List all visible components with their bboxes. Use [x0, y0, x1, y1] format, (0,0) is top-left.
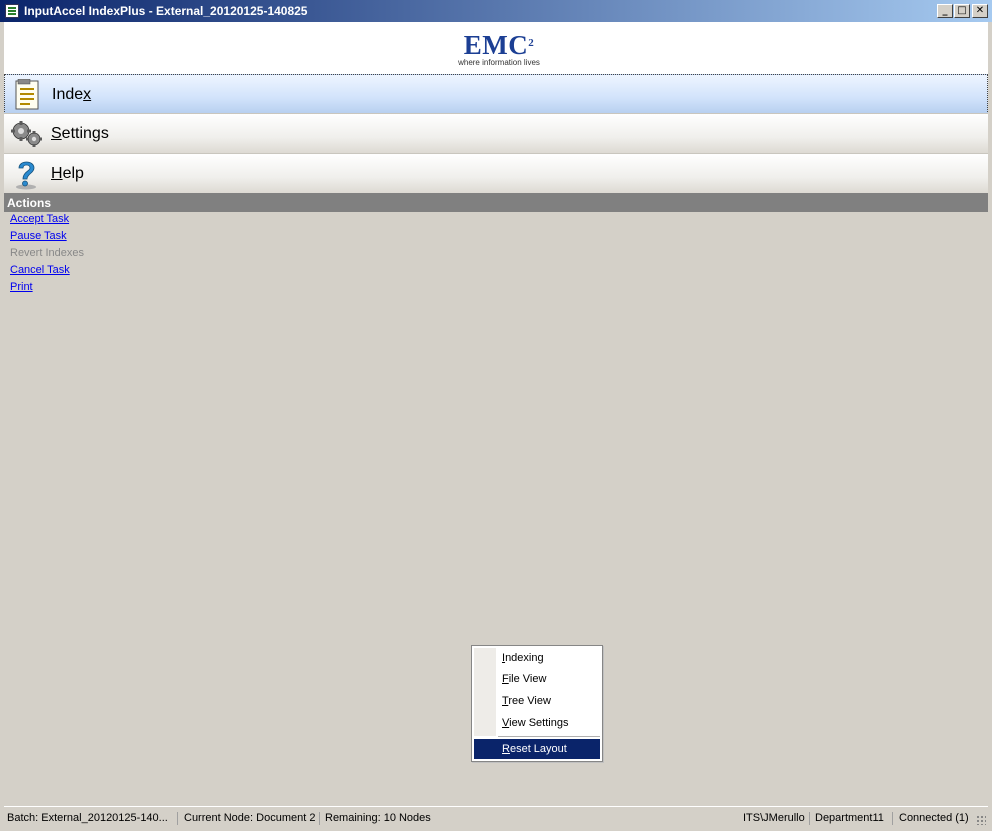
maximize-button[interactable]: □ — [954, 4, 970, 18]
minimize-button[interactable]: _ — [937, 4, 953, 18]
status-divider — [319, 812, 320, 825]
title-bar[interactable]: InputAccel IndexPlus - External_20120125… — [0, 0, 992, 22]
app-icon[interactable] — [5, 4, 19, 18]
nav-settings-label: Settings — [51, 125, 109, 142]
document-icon — [15, 79, 39, 110]
nav-settings[interactable]: Settings — [4, 113, 988, 153]
menu-item-file-view[interactable]: File View — [502, 670, 546, 688]
emc-logo: EMC2 where information lives — [449, 30, 549, 67]
status-bar: Batch: External_20120125-140... Current … — [4, 806, 988, 829]
actions-header: Actions — [4, 193, 988, 212]
accept-task-link[interactable]: Accept Task — [10, 213, 84, 230]
cancel-task-link[interactable]: Cancel Task — [10, 264, 84, 281]
status-divider — [892, 812, 893, 825]
nav-index-label: Index — [52, 86, 92, 103]
menu-icon-gutter — [474, 648, 496, 736]
status-connection: Connected (1) — [899, 812, 969, 824]
gears-icon — [11, 121, 42, 147]
actions-list: Accept Task Pause Task Revert Indexes Ca… — [10, 213, 84, 298]
nav-help-label: Help — [51, 165, 84, 182]
window-title: InputAccel IndexPlus - External_20120125… — [24, 4, 308, 18]
status-batch: Batch: External_20120125-140... — [7, 812, 168, 824]
status-department: Department11 — [815, 812, 884, 824]
menu-item-tree-view[interactable]: Tree View — [502, 692, 551, 710]
menu-item-view-settings[interactable]: View Settings — [502, 714, 568, 732]
nav-help[interactable]: Help — [4, 153, 988, 193]
status-current-node: Current Node: Document 2 — [184, 812, 316, 824]
menu-separator — [498, 736, 600, 737]
menu-item-indexing[interactable]: Indexing — [502, 649, 544, 667]
menu-item-reset-layout[interactable]: Reset Layout — [474, 739, 600, 759]
status-divider — [809, 812, 810, 825]
nav-index[interactable]: Index — [4, 74, 988, 114]
close-button[interactable]: ✕ — [972, 4, 988, 18]
revert-indexes-link: Revert Indexes — [10, 247, 84, 259]
status-user: ITS\JMerullo — [743, 812, 805, 824]
print-link[interactable]: Print — [10, 281, 84, 298]
logo-banner: EMC2 where information lives — [4, 22, 988, 74]
status-remaining: Remaining: 10 Nodes — [325, 812, 431, 824]
layout-context-menu: Indexing File View Tree View View Settin… — [471, 645, 603, 762]
status-divider — [177, 812, 178, 825]
pause-task-link[interactable]: Pause Task — [10, 230, 84, 247]
logo-brand: EMC — [463, 30, 529, 60]
resize-grip[interactable] — [976, 815, 986, 825]
question-icon — [16, 161, 36, 190]
logo-tagline: where information lives — [458, 58, 540, 67]
logo-superscript: 2 — [528, 37, 535, 49]
